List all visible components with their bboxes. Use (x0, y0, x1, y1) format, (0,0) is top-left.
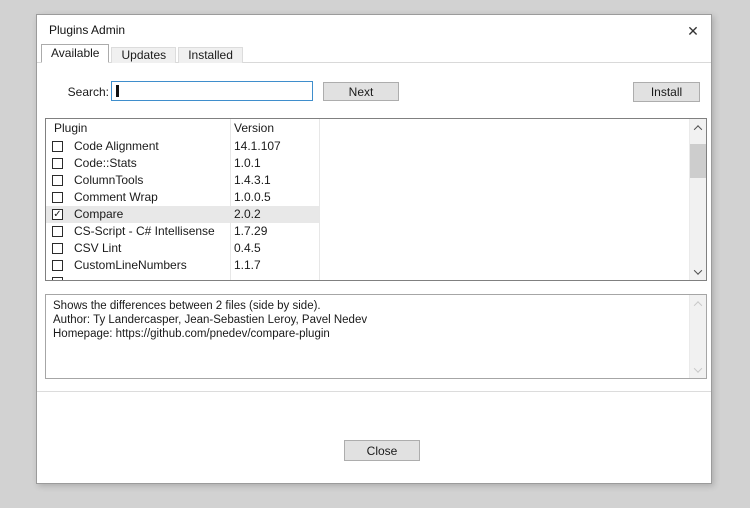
plugin-checkbox[interactable] (52, 158, 63, 169)
tab-updates[interactable]: Updates (111, 47, 177, 63)
plugin-checkbox[interactable]: ✓ (52, 209, 63, 220)
column-divider (230, 119, 231, 280)
plugin-row[interactable]: ColumnTools 1.4.3.1 (46, 172, 689, 189)
list-scrollbar[interactable] (689, 119, 706, 280)
plugin-checkbox[interactable] (52, 141, 63, 152)
tab-strip: Available Updates Installed (41, 44, 243, 63)
plugin-row[interactable]: CS-Script - C# Intellisense 1.7.29 (46, 223, 689, 240)
plugin-name: CSV Lint (74, 241, 122, 255)
plugin-version: 1.1.7 (234, 258, 261, 272)
window-title: Plugins Admin (49, 23, 126, 37)
search-input[interactable] (112, 82, 312, 100)
description-line: Shows the differences between 2 files (s… (53, 300, 321, 312)
plugin-list: Plugin Version Code Alignment 14.1.107 Cod… (45, 118, 707, 281)
column-header-plugin[interactable]: Plugin (54, 119, 87, 138)
plugin-list-body: Code Alignment 14.1.107 Code::Stats 1.0.1 Co… (46, 138, 689, 280)
plugin-checkbox[interactable] (52, 226, 63, 237)
plugin-row[interactable]: CSV Lint 0.4.5 (46, 240, 689, 257)
text-caret (116, 85, 119, 97)
plugin-checkbox[interactable] (52, 175, 63, 186)
plugin-checkbox[interactable] (52, 243, 63, 254)
plugin-row[interactable]: Comment Wrap 1.0.0.5 (46, 189, 689, 206)
plugin-row[interactable]: Code Alignment 14.1.107 (46, 138, 689, 155)
tab-available[interactable]: Available (41, 44, 110, 63)
next-button[interactable]: Next (323, 82, 399, 101)
plugin-name: CustomLineNumbers (74, 258, 187, 272)
plugin-version: 2.0.2 (234, 207, 261, 221)
chevron-up-icon (693, 124, 703, 134)
column-divider (319, 119, 320, 280)
plugin-version: 1.7.29 (234, 224, 268, 238)
plugin-row[interactable]: Code::Stats 1.0.1 (46, 155, 689, 172)
plugin-checkbox[interactable] (52, 192, 63, 203)
plugin-version: 0.4.5 (234, 241, 261, 255)
plugins-admin-dialog: Plugins Admin ✕ Available Updates Instal… (36, 14, 712, 484)
footer-separator (37, 391, 711, 392)
close-button[interactable]: Close (344, 440, 420, 461)
plugin-checkbox[interactable] (52, 277, 63, 280)
tab-installed[interactable]: Installed (178, 47, 243, 63)
plugin-row[interactable]: CustomLineNumbers 1.1.7 (46, 257, 689, 274)
window-close-button[interactable]: ✕ (681, 20, 705, 42)
column-header-version[interactable]: Version (234, 119, 274, 138)
description-line: Homepage: https://github.com/pnedev/comp… (53, 328, 330, 340)
search-field-frame (111, 81, 313, 101)
plugin-version: 1.0.1 (234, 156, 261, 170)
list-header: Plugin Version (46, 119, 689, 138)
scroll-up-button-disabled (690, 295, 706, 312)
plugin-checkbox[interactable] (52, 260, 63, 271)
chevron-down-icon (693, 363, 703, 373)
search-label: Search: (67, 85, 109, 99)
scroll-down-button-disabled (690, 361, 706, 378)
plugin-description-text: Shows the differences between 2 files (s… (53, 299, 682, 341)
close-icon: ✕ (687, 23, 699, 39)
scroll-up-button[interactable] (690, 119, 706, 136)
plugin-name: Code::Stats (74, 156, 137, 170)
plugin-version: 1.4.3.1 (234, 173, 271, 187)
chevron-up-icon (693, 300, 703, 310)
plugin-name: Compare (74, 207, 124, 221)
scrollbar-thumb[interactable] (690, 144, 706, 178)
plugin-name: CS-Script - C# Intellisense (74, 224, 215, 238)
install-button[interactable]: Install (633, 82, 700, 102)
plugin-row[interactable]: ✓ Compare 2.0.2 (46, 206, 689, 223)
plugin-row[interactable] (46, 274, 689, 280)
scroll-down-button[interactable] (690, 263, 706, 280)
plugin-name: Code Alignment (74, 139, 159, 153)
plugin-version: 14.1.107 (234, 139, 281, 153)
description-scrollbar (689, 295, 706, 378)
description-line: Author: Ty Landercasper, Jean-Sebastien … (53, 314, 368, 326)
plugin-description: Shows the differences between 2 files (s… (45, 294, 707, 379)
plugin-name: Comment Wrap (74, 190, 158, 204)
chevron-down-icon (693, 265, 703, 275)
plugin-version: 1.0.0.5 (234, 190, 271, 204)
plugin-name: ColumnTools (74, 173, 144, 187)
